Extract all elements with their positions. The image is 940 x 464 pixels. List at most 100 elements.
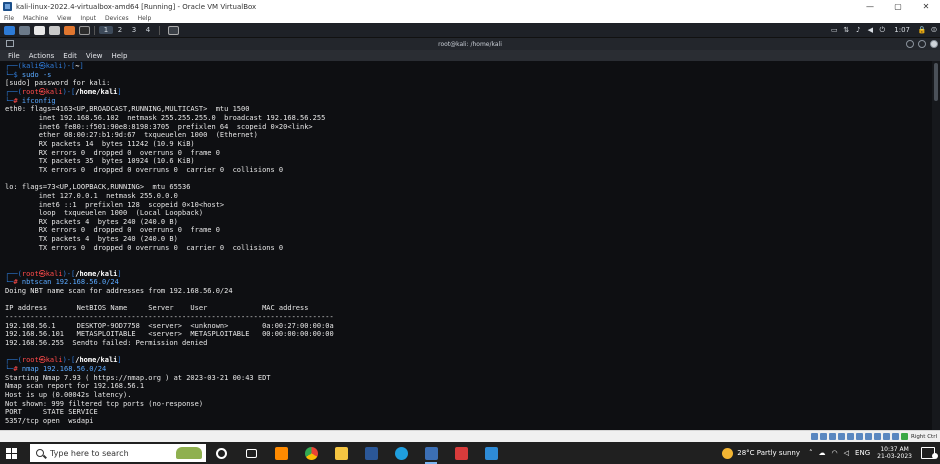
terminal-output-line: [5, 175, 932, 184]
terminal-output-line: loop txqueuelen 1000 (Local Loopback): [5, 209, 204, 218]
cortana-button[interactable]: [206, 442, 236, 464]
terminal-command-line: └─# ifconfig: [5, 96, 56, 105]
prompt-user: root: [21, 356, 39, 365]
vbox-menu-help[interactable]: Help: [138, 15, 152, 22]
lock-icon[interactable]: 🔒: [916, 26, 928, 34]
search-highlight-icon: [176, 447, 202, 459]
vbox-menu-devices[interactable]: Devices: [105, 15, 129, 22]
maximize-button[interactable]: ▢: [884, 2, 912, 11]
terminal-output-line: [sudo] password for kali:: [5, 79, 111, 88]
file-explorer-icon[interactable]: [326, 442, 356, 464]
recording-icon[interactable]: [873, 433, 881, 440]
terminal-output-line: TX errors 0 dropped 0 overruns 0 carrier…: [5, 165, 284, 174]
hdd-icon[interactable]: [810, 433, 818, 440]
virtualbox-icon: [3, 2, 12, 11]
terminal-output[interactable]: ┌──(kali㉿kali)-[~] └─$ sudo -s [sudo] pass…: [0, 61, 932, 430]
display-icon[interactable]: [864, 433, 872, 440]
virtualbox-taskbar-icon[interactable]: [416, 442, 446, 464]
windows-taskbar: Type here to search 28°C Partly sunny ˄ …: [0, 442, 940, 464]
partly-sunny-icon: [722, 447, 734, 459]
windows-logo-icon: [5, 447, 17, 459]
terminal-prompt: ┌──(root㉿kali)-[/home/kali]: [5, 87, 122, 96]
usb-icon[interactable]: [846, 433, 854, 440]
firefox-icon[interactable]: [64, 25, 75, 35]
panel-clock[interactable]: 1:07: [894, 26, 910, 34]
chrome-icon[interactable]: [296, 442, 326, 464]
chevron-up-icon[interactable]: ˄: [809, 449, 813, 457]
terminal-output-line: Starting Nmap 7.93 ( https://nmap.org ) …: [5, 373, 271, 382]
terminal-close-button[interactable]: [930, 40, 938, 48]
optical-drive-icon[interactable]: [819, 433, 827, 440]
network-adapter-icon[interactable]: [837, 433, 845, 440]
panel-separator: [159, 25, 160, 35]
notification-bell-icon[interactable]: ♪: [852, 26, 864, 34]
close-button[interactable]: ✕: [912, 2, 940, 11]
vbox-menu-machine[interactable]: Machine: [23, 15, 48, 22]
workspace-1[interactable]: 1: [99, 26, 113, 34]
notification-center-icon[interactable]: [921, 447, 938, 459]
panel-separator: [94, 25, 95, 35]
terminal-output-line: RX errors 0 dropped 0 overruns 0 frame 0: [5, 148, 220, 157]
text-editor-icon[interactable]: [49, 25, 60, 35]
terminal-menu-edit[interactable]: Edit: [63, 52, 77, 60]
terminal-menu-help[interactable]: Help: [111, 52, 127, 60]
terminal-minimize-button[interactable]: [906, 40, 914, 48]
terminal-output-line: lo: flags=73<UP,LOOPBACK,RUNNING> mtu 65…: [5, 183, 191, 192]
task-view-button[interactable]: [236, 442, 266, 464]
prompt-user: root: [21, 269, 39, 278]
language-indicator[interactable]: ENG: [855, 449, 870, 457]
files-icon[interactable]: [34, 25, 45, 35]
word-icon[interactable]: [356, 442, 386, 464]
display-icon[interactable]: ▭: [828, 26, 840, 34]
terminal-output-line: [5, 261, 932, 270]
terminal-output-line: PORT STATE SERVICE: [5, 408, 98, 417]
terminal-output-line: RX errors 0 dropped 0 overruns 0 frame 0: [5, 226, 220, 235]
mouse-integration-icon[interactable]: [891, 433, 899, 440]
volume-icon[interactable]: ◀: [864, 26, 876, 34]
photos-icon[interactable]: [476, 442, 506, 464]
edge-icon[interactable]: [386, 442, 416, 464]
scrollbar-thumb[interactable]: [934, 63, 938, 101]
terminal-task-icon[interactable]: [168, 25, 179, 35]
terminal-scrollbar[interactable]: [932, 61, 940, 430]
weather-widget[interactable]: 28°C Partly sunny: [722, 447, 800, 459]
speaker-icon[interactable]: ◁: [844, 449, 849, 457]
vbox-menu-input[interactable]: Input: [80, 15, 96, 22]
vbox-menu-file[interactable]: File: [4, 15, 14, 22]
network-icon[interactable]: ⇅: [840, 26, 852, 34]
power-icon[interactable]: ⏻: [876, 26, 888, 35]
kali-top-panel: 1 2 3 4 ▭ ⇅ ♪ ◀ ⏻ 1:07 🔒 ⏼: [0, 23, 940, 38]
audio-icon[interactable]: [828, 433, 836, 440]
taskbar-search[interactable]: Type here to search: [30, 444, 206, 462]
terminal-menu-actions[interactable]: Actions: [29, 52, 55, 60]
terminal-maximize-button[interactable]: [918, 40, 926, 48]
sublime-text-icon[interactable]: [266, 442, 296, 464]
kali-menu-icon[interactable]: [4, 25, 15, 35]
terminal-menu-file[interactable]: File: [8, 52, 20, 60]
terminal-title: root@kali: /home/kali: [438, 40, 502, 48]
terminal-output-line: [5, 296, 932, 305]
logout-icon[interactable]: ⏼: [928, 26, 940, 35]
remote-app-icon[interactable]: [446, 442, 476, 464]
onedrive-icon[interactable]: ☁: [819, 449, 826, 457]
workspace-3[interactable]: 3: [127, 26, 141, 34]
prompt-dir: /home/kali: [75, 87, 118, 96]
terminal-command-line: └─# nbtscan 192.168.56.0/24: [5, 278, 119, 287]
start-button[interactable]: [0, 442, 22, 464]
cpu-icon[interactable]: [882, 433, 890, 440]
clock-time: 10:37 AM: [880, 446, 909, 453]
workspace-4[interactable]: 4: [141, 26, 155, 34]
terminal-output-line: Host is up (0.00042s latency).: [5, 390, 132, 399]
taskbar-clock[interactable]: 10:37 AM 21-03-2023: [877, 446, 912, 460]
terminal-icon[interactable]: [79, 25, 90, 35]
host-key-label: Right Ctrl: [910, 433, 937, 440]
terminal-menu-view[interactable]: View: [86, 52, 103, 60]
wifi-icon[interactable]: ◠: [832, 449, 838, 457]
prompt-user: root: [21, 87, 39, 96]
workspace-2[interactable]: 2: [113, 26, 127, 34]
keyboard-capture-icon[interactable]: [900, 433, 908, 440]
vbox-menu-view[interactable]: View: [57, 15, 71, 22]
shared-folders-icon[interactable]: [855, 433, 863, 440]
minimize-button[interactable]: —: [856, 2, 884, 11]
desktop-icon[interactable]: [19, 25, 30, 35]
